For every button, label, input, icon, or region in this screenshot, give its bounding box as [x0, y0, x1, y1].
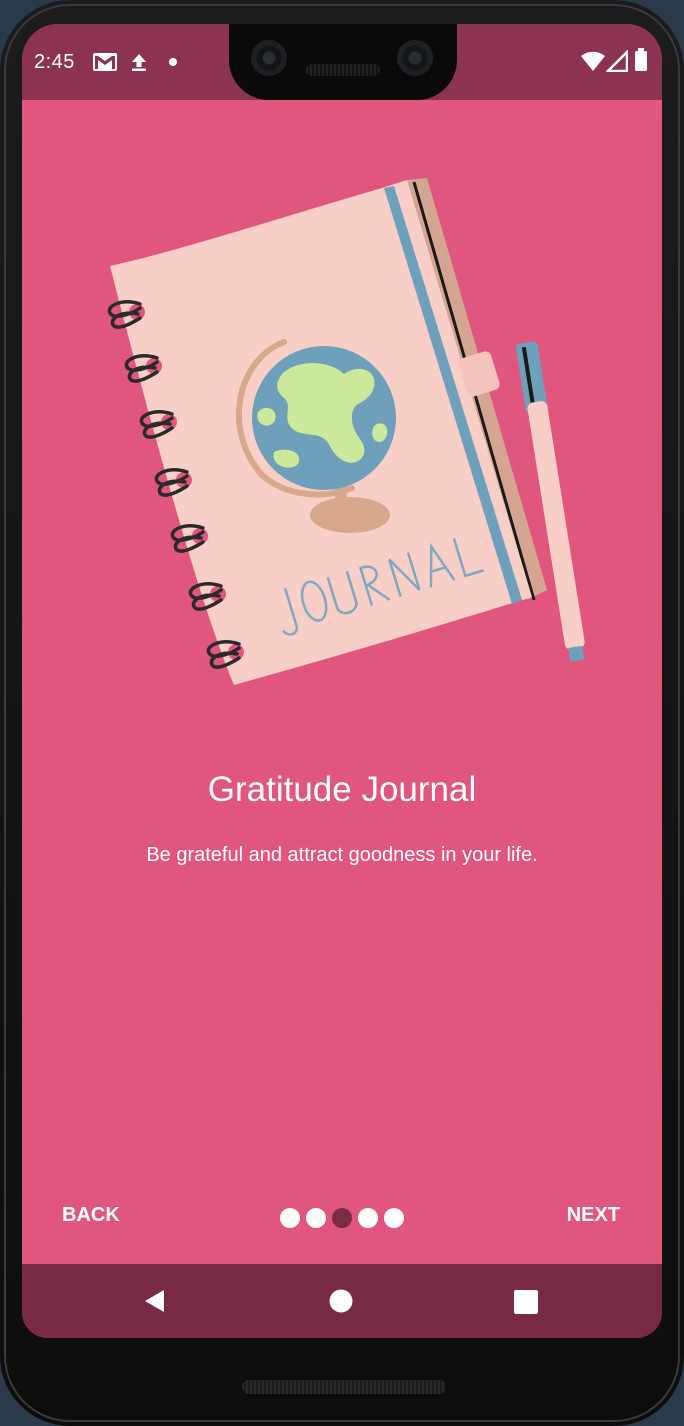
upload-icon — [132, 54, 146, 71]
home-circle-icon[interactable] — [329, 1289, 353, 1313]
page-indicator — [280, 1208, 404, 1228]
camera-notch — [229, 24, 457, 100]
onboarding-title: Gratitude Journal — [207, 770, 477, 809]
recents-square-icon[interactable] — [514, 1290, 538, 1314]
bottom-speaker-grille — [242, 1380, 446, 1394]
page-dot-3-active[interactable] — [332, 1208, 352, 1228]
phone-frame: 2:45 Gratitude Journal Be grateful and a… — [0, 0, 684, 1426]
camera-right-icon — [397, 40, 433, 76]
camera-left-icon — [251, 40, 287, 76]
page-dot-4[interactable] — [358, 1208, 378, 1228]
journal-illustration — [107, 178, 585, 685]
page-dot-5[interactable] — [384, 1208, 404, 1228]
screen: 2:45 Gratitude Journal Be grateful and a… — [22, 24, 662, 1338]
next-button[interactable]: NEXT — [567, 1204, 620, 1227]
signal-icon — [606, 50, 628, 72]
navigation-bar — [22, 1264, 662, 1338]
dot-icon — [169, 58, 177, 66]
gmail-icon — [93, 53, 117, 71]
page-dot-2[interactable] — [306, 1208, 326, 1228]
onboarding-subtitle: Be grateful and attract goodness in your… — [146, 844, 538, 866]
status-bar: 2:45 — [22, 24, 662, 100]
back-triangle-icon[interactable] — [142, 1288, 168, 1314]
wifi-icon — [581, 51, 605, 71]
status-time: 2:45 — [34, 51, 75, 73]
battery-icon — [635, 48, 647, 71]
back-button[interactable]: BACK — [62, 1204, 120, 1227]
pen-icon — [515, 341, 585, 662]
page-dot-1[interactable] — [280, 1208, 300, 1228]
earpiece-speaker — [306, 64, 380, 76]
